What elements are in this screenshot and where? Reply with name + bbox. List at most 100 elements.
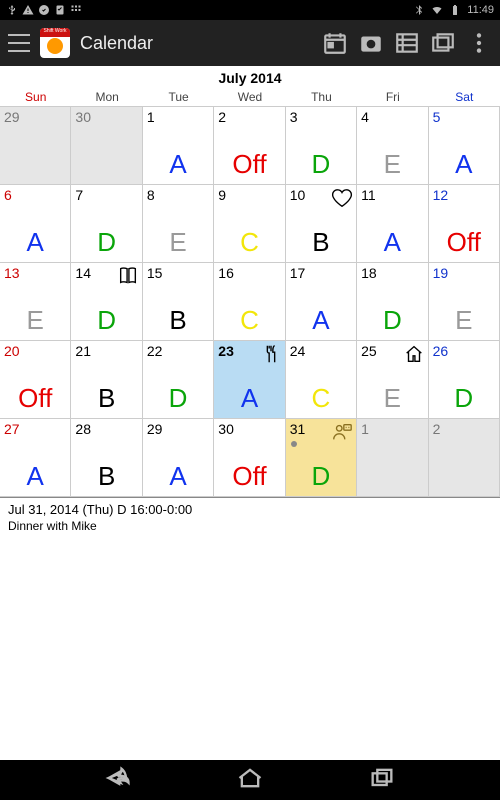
shift-label: B [77, 383, 135, 414]
shift-label: C [220, 305, 278, 336]
calendar-cell[interactable]: 14D [71, 263, 142, 341]
calendar-cell[interactable]: 30 [71, 107, 142, 185]
calendar-cell[interactable]: 31D [286, 419, 357, 497]
app-title: Calendar [80, 33, 153, 54]
battery-icon [449, 4, 461, 16]
camera-icon[interactable] [358, 30, 384, 56]
calendar-cell[interactable]: 15B [143, 263, 214, 341]
shift-label: D [292, 461, 350, 492]
status-left-icons [6, 4, 82, 16]
app-icon[interactable]: Shift Work [40, 28, 70, 58]
shift-label: D [363, 305, 421, 336]
day-number: 29 [4, 109, 66, 125]
calendar-cell[interactable]: 11A [357, 185, 428, 263]
calendar-cell[interactable]: 6A [0, 185, 71, 263]
blank-area [0, 537, 500, 760]
calendar-cell[interactable]: 26D [429, 341, 500, 419]
fork-icon [260, 343, 282, 365]
content: July 2014 SunMonTueWedThuFriSat 29301A2O… [0, 66, 500, 760]
day-number: 29 [147, 421, 209, 437]
day-number: 3 [290, 109, 352, 125]
check-icon [38, 4, 50, 16]
shift-label: A [6, 461, 64, 492]
detail-panel[interactable]: Jul 31, 2014 (Thu) D 16:00-0:00 Dinner w… [0, 497, 500, 537]
day-number: 6 [4, 187, 66, 203]
status-bar: 11:49 [0, 0, 500, 20]
shift-label: E [435, 305, 493, 336]
day-number: 13 [4, 265, 66, 281]
bluetooth-icon [413, 4, 425, 16]
shift-label: Off [220, 461, 278, 492]
shift-label: Off [6, 383, 64, 414]
day-number: 15 [147, 265, 209, 281]
calendar-cell[interactable]: 19E [429, 263, 500, 341]
shift-label: E [363, 383, 421, 414]
calendar-cell[interactable]: 22D [143, 341, 214, 419]
calendar-cell[interactable]: 25E [357, 341, 428, 419]
dow-label: Thu [286, 88, 357, 106]
day-number: 30 [218, 421, 280, 437]
shift-label: A [363, 227, 421, 258]
day-number: 4 [361, 109, 423, 125]
shift-label: D [435, 383, 493, 414]
day-number: 27 [4, 421, 66, 437]
calendar-cell[interactable]: 5A [429, 107, 500, 185]
usb-icon [6, 4, 18, 16]
calendar-cell[interactable]: 29 [0, 107, 71, 185]
dow-label: Tue [143, 88, 214, 106]
shift-label: D [292, 149, 350, 180]
gallery-icon[interactable] [430, 30, 456, 56]
day-number: 1 [147, 109, 209, 125]
calendar-grid: 29301A2Off3D4E5A6A7D8E9C10B11A12Off13E14… [0, 107, 500, 497]
calendar-cell[interactable]: 30 Off [214, 419, 285, 497]
shift-label: A [220, 383, 278, 414]
calendar-cell[interactable]: 17A [286, 263, 357, 341]
today-icon[interactable] [322, 30, 348, 56]
calendar-cell[interactable]: 3D [286, 107, 357, 185]
home-icon [403, 343, 425, 365]
calendar-cell[interactable]: 1 [357, 419, 428, 497]
calendar-cell[interactable]: 8E [143, 185, 214, 263]
calendar-cell[interactable]: 29A [143, 419, 214, 497]
nav-recent-icon[interactable] [368, 764, 396, 797]
calendar-cell[interactable]: 1A [143, 107, 214, 185]
calendar-cell[interactable]: 12Off [429, 185, 500, 263]
menu-icon[interactable] [8, 34, 30, 52]
calendar-cell[interactable]: 4E [357, 107, 428, 185]
day-number: 28 [75, 421, 137, 437]
day-number: 2 [433, 421, 495, 437]
shift-label: A [149, 149, 207, 180]
calendar-cell[interactable]: 10B [286, 185, 357, 263]
overflow-icon[interactable] [466, 30, 492, 56]
calendar-cell[interactable]: 2 [429, 419, 500, 497]
calendar-cell[interactable]: 9C [214, 185, 285, 263]
nav-home-icon[interactable] [236, 764, 264, 797]
shift-label: D [77, 227, 135, 258]
shift-label: C [292, 383, 350, 414]
calendar-cell[interactable]: 28 B [71, 419, 142, 497]
list-icon[interactable] [394, 30, 420, 56]
person-icon [331, 421, 353, 443]
day-number: 9 [218, 187, 280, 203]
calendar-cell[interactable]: 20Off [0, 341, 71, 419]
day-number: 22 [147, 343, 209, 359]
wifi-icon [431, 4, 443, 16]
calendar-cell[interactable]: 21 B [71, 341, 142, 419]
calendar-cell[interactable]: 24C [286, 341, 357, 419]
calendar-cell[interactable]: 16C [214, 263, 285, 341]
calendar-cell[interactable]: 2Off [214, 107, 285, 185]
calendar-cell[interactable]: 23A [214, 341, 285, 419]
calendar-cell[interactable]: 18D [357, 263, 428, 341]
nav-back-icon[interactable] [104, 764, 132, 797]
nav-bar [0, 760, 500, 800]
status-right: 11:49 [413, 4, 494, 16]
calendar-cell[interactable]: 27 A [0, 419, 71, 497]
calendar-cell[interactable]: 7D [71, 185, 142, 263]
book-icon [117, 265, 139, 287]
calendar-cell[interactable]: 13E [0, 263, 71, 341]
shift-label: B [77, 461, 135, 492]
dow-label: Wed [214, 88, 285, 106]
shift-label: E [363, 149, 421, 180]
day-number: 21 [75, 343, 137, 359]
dow-label: Fri [357, 88, 428, 106]
